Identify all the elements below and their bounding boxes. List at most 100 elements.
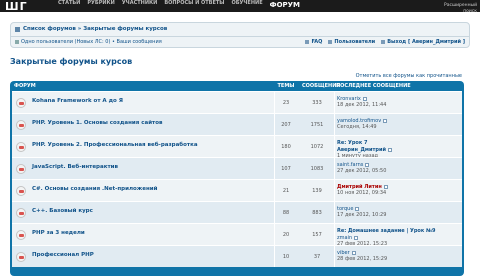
breadcrumb-text[interactable]: Список форумов » Закрытые форумы курсов — [23, 26, 167, 32]
forum-title[interactable]: PHP. Уровень 2. Профессиональная веб-раз… — [32, 142, 198, 148]
forum-topics: 180 — [281, 144, 291, 150]
last-title[interactable]: Re: Домашнее задание | Урок №9 — [337, 228, 435, 234]
members-link[interactable]: Пользователи — [328, 39, 375, 45]
forum-topics: 207 — [281, 122, 291, 128]
logout-label: Выход [ Аверин_Дмитрий ] — [387, 39, 465, 45]
forum-title[interactable]: PHP за 3 недели — [32, 230, 85, 236]
column-divider — [334, 158, 335, 179]
top-nav: СТАТЬИ РУБРИКИ УЧАСТНИКИ ВОПРОСЫ И ОТВЕТ… — [58, 0, 300, 9]
members-icon — [328, 40, 333, 44]
column-divider — [334, 246, 335, 267]
nav-rubrics[interactable]: РУБРИКИ — [87, 0, 114, 6]
column-divider — [334, 180, 335, 201]
nav-qa[interactable]: ВОПРОСЫ И ОТВЕТЫ — [164, 0, 224, 6]
forum-icon — [16, 230, 26, 240]
forum-row: C++. Базовый курс 88 883 torque 17 дек 2… — [12, 201, 462, 223]
goto-post-icon[interactable] — [365, 162, 370, 167]
table-header: ФОРУМ ТЕМЫ СООБЩЕНИЯ ПОСЛЕДНЕЕ СООБЩЕНИЕ — [10, 81, 464, 91]
forum-icon — [16, 164, 26, 174]
forum-topics: 107 — [281, 166, 291, 172]
goto-post-icon[interactable] — [388, 147, 392, 152]
last-title[interactable]: Re: Урок 7 — [337, 140, 367, 146]
logout-icon — [381, 40, 386, 44]
user-info: Одно пользователи (Новых ЛС: 0) • Ваши с… — [15, 39, 162, 45]
last-author-line: saint.farns — [337, 161, 459, 168]
last-author-line: yamolod.trofimov — [337, 117, 459, 124]
logo-area[interactable]: ШГ — [0, 0, 42, 12]
forum-icon — [16, 98, 26, 108]
forum-posts: 157 — [312, 232, 322, 238]
last-author[interactable]: torque — [337, 206, 353, 212]
last-author[interactable]: saint.farns — [337, 162, 363, 168]
forum-title[interactable]: JavaScript. Веб-интерактив — [32, 164, 118, 170]
nav-articles[interactable]: СТАТЬИ — [58, 0, 80, 6]
faq-link[interactable]: FAQ — [305, 39, 322, 45]
last-author[interactable]: yamolod.trofimov — [337, 118, 381, 124]
forum-row: C#. Основы создания .Net-приложений 21 1… — [12, 179, 462, 201]
forum-row: PHP за 3 недели 20 157 Re: Домашнее зада… — [12, 223, 462, 247]
last-title-line: Re: Урок 7 — [337, 139, 459, 146]
forum-title[interactable]: Профессионал PHP — [32, 252, 94, 258]
forum-topics: 10 — [282, 254, 290, 260]
user-icon — [15, 40, 19, 44]
last-time: 17 дек 2012, 10:29 — [337, 212, 387, 218]
last-author[interactable]: Дмитрий Литин — [337, 184, 382, 190]
goto-post-icon[interactable] — [355, 206, 360, 211]
logout-link[interactable]: Выход [ Аверин_Дмитрий ] — [381, 39, 465, 45]
forum-row: Профессионал PHP 10 37 viber 28 фев 2012… — [12, 245, 462, 267]
column-divider — [334, 136, 335, 157]
last-author[interactable]: zmain — [337, 235, 352, 241]
forum-icon — [16, 208, 26, 218]
header-last: ПОСЛЕДНЕЕ СООБЩЕНИЕ — [336, 83, 411, 89]
goto-post-icon[interactable] — [351, 250, 356, 255]
column-divider — [334, 114, 335, 135]
forum-posts: 1072 — [310, 144, 324, 150]
last-post: Kronvarix 18 дек 2012, 11:44 — [337, 95, 459, 109]
mark-read-link[interactable]: Отметить все форумы как прочитанные — [356, 73, 462, 79]
forum-topics: 20 — [282, 232, 290, 238]
last-time: 27 дек 2012, 05:50 — [337, 168, 387, 174]
goto-post-icon[interactable] — [354, 235, 359, 240]
last-post: torque 17 дек 2012, 10:29 — [337, 205, 459, 219]
header-forum: ФОРУМ — [14, 83, 36, 89]
forum-topics: 88 — [282, 210, 290, 216]
nav-forum[interactable]: ФОРУМ — [270, 1, 300, 9]
faq-label: FAQ — [311, 39, 323, 45]
goto-post-icon[interactable] — [383, 184, 388, 189]
site-logo[interactable]: ШГ — [5, 1, 28, 12]
forum-posts: 1083 — [310, 166, 324, 172]
members-label: Пользователи — [334, 39, 376, 45]
home-icon[interactable] — [15, 26, 20, 32]
last-author[interactable]: Kronvarix — [337, 96, 361, 102]
goto-post-icon[interactable] — [383, 118, 388, 123]
forum-title[interactable]: C++. Базовый курс — [32, 208, 93, 214]
forum-title[interactable]: Kohana Framework от А до Я — [32, 98, 123, 104]
last-author-line: torque — [337, 205, 459, 212]
goto-post-icon[interactable] — [362, 96, 367, 101]
forum-row: Kohana Framework от А до Я 23 333 Kronva… — [12, 91, 462, 113]
header-topics: ТЕМЫ — [277, 83, 295, 89]
forum-title[interactable]: C#. Основы создания .Net-приложений — [32, 186, 157, 192]
column-divider — [334, 92, 335, 113]
last-post: yamolod.trofimov Сегодня, 14:49 — [337, 117, 459, 131]
nav-learning[interactable]: ОБУЧЕНИЕ — [231, 0, 262, 6]
forum-topics: 21 — [282, 188, 290, 194]
breadcrumb: Список форумов » Закрытые форумы курсов — [15, 26, 167, 32]
top-bar: ШГ СТАТЬИ РУБРИКИ УЧАСТНИКИ ВОПРОСЫ И ОТ… — [0, 0, 480, 14]
forum-navbar: Список форумов » Закрытые форумы курсов … — [10, 22, 470, 48]
last-author[interactable]: Аверин_Дмитрий — [337, 147, 386, 153]
nav-members[interactable]: УЧАСТНИКИ — [122, 0, 158, 6]
last-post: Дмитрий Литин 10 ноя 2012, 09:34 — [337, 183, 459, 197]
navbar-divider — [11, 36, 469, 37]
page-title[interactable]: Закрытые форумы курсов — [10, 57, 132, 66]
last-post: saint.farns 27 дек 2012, 05:50 — [337, 161, 459, 175]
last-time: 18 дек 2012, 11:44 — [337, 102, 387, 108]
extended-search-link[interactable]: Расширенный поиск — [432, 3, 480, 14]
forum-title[interactable]: PHP. Уровень 1. Основы создания сайтов — [32, 120, 163, 126]
user-info-text[interactable]: Одно пользователи (Новых ЛС: 0) • Ваши с… — [21, 39, 162, 45]
forum-row: PHP. Уровень 1. Основы создания сайтов 2… — [12, 113, 462, 135]
last-author[interactable]: viber — [337, 250, 350, 256]
column-divider — [334, 224, 335, 245]
forum-icon — [16, 142, 26, 152]
forum-posts: 333 — [312, 100, 322, 106]
